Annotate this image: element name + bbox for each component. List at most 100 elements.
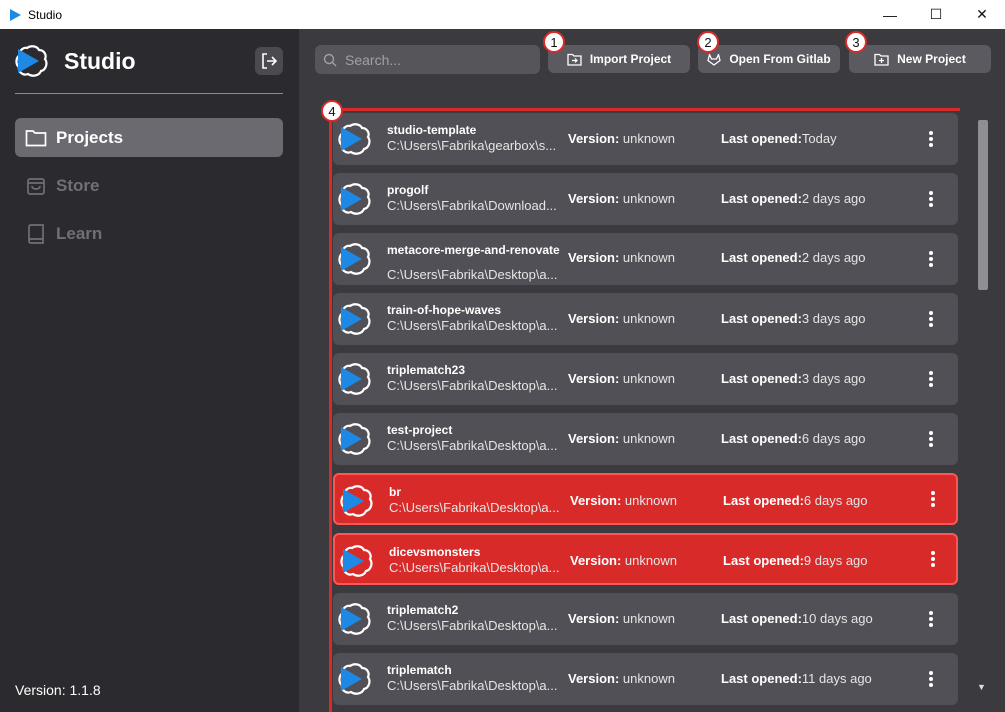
last-opened-label: Last opened: bbox=[723, 493, 804, 508]
search-icon bbox=[323, 53, 337, 66]
project-row[interactable]: train-of-hope-waves C:\Users\Fabrika\Desk… bbox=[333, 293, 958, 345]
project-path: C:\Users\Fabrika\Desktop\a... bbox=[387, 678, 558, 693]
project-logo-icon bbox=[340, 545, 374, 577]
sidebar-item-store[interactable]: Store bbox=[15, 166, 283, 205]
project-row[interactable]: triplematch23 C:\Users\Fabrika\Desktop\a.… bbox=[333, 353, 958, 405]
project-last-opened: Last opened:6 days ago bbox=[723, 493, 868, 508]
last-opened-label: Last opened: bbox=[721, 371, 802, 386]
project-logo-icon bbox=[338, 243, 372, 275]
sidebar-divider bbox=[15, 93, 283, 94]
project-row[interactable]: br C:\Users\Fabrika\Desktop\a... Version: … bbox=[333, 473, 958, 525]
sidebar-item-label: Store bbox=[56, 175, 100, 195]
project-name: metacore-merge-and-renovate bbox=[387, 243, 560, 257]
project-path: C:\Users\Fabrika\Desktop\a... bbox=[387, 438, 558, 453]
project-path: C:\Users\Fabrika\gearbox\s... bbox=[387, 138, 557, 153]
scrollbar-thumb[interactable] bbox=[978, 120, 988, 290]
project-version: Version: unknown bbox=[568, 371, 675, 386]
app-logo-icon bbox=[10, 8, 21, 21]
project-version: Version: unknown bbox=[568, 431, 675, 446]
more-options-icon[interactable] bbox=[919, 247, 943, 271]
project-name: triplematch2 bbox=[387, 603, 459, 617]
import-project-label: Import Project bbox=[589, 52, 672, 66]
scroll-down-arrow[interactable]: ▼ bbox=[977, 682, 986, 692]
project-last-opened: Last opened:Today bbox=[721, 131, 837, 146]
project-last-opened: Last opened:3 days ago bbox=[721, 311, 866, 326]
project-row[interactable]: triplematch C:\Users\Fabrika\Desktop\a...… bbox=[333, 653, 958, 705]
version-label: Version: bbox=[568, 371, 620, 386]
close-button[interactable]: ✕ bbox=[959, 0, 1005, 29]
project-name: triplematch bbox=[387, 663, 452, 677]
more-options-icon[interactable] bbox=[919, 367, 943, 391]
version-value: unknown bbox=[622, 191, 675, 206]
version-value: unknown bbox=[622, 311, 675, 326]
version-value: unknown bbox=[622, 131, 675, 146]
more-options-icon[interactable] bbox=[919, 187, 943, 211]
search-input[interactable] bbox=[345, 51, 525, 68]
project-path: C:\Users\Fabrika\Desktop\a... bbox=[389, 560, 560, 575]
last-opened-value: 11 days ago bbox=[801, 671, 872, 686]
sidebar: Studio Projects Store Learn Version: 1.1… bbox=[0, 29, 299, 712]
sidebar-item-projects[interactable]: Projects bbox=[15, 118, 283, 157]
window-titlebar: Studio — ☐ ✕ bbox=[0, 0, 1005, 29]
more-options-icon[interactable] bbox=[921, 547, 945, 571]
version-value: unknown bbox=[622, 611, 675, 626]
maximize-button[interactable]: ☐ bbox=[913, 0, 959, 29]
project-name: studio-template bbox=[387, 123, 477, 137]
last-opened-label: Last opened: bbox=[721, 311, 802, 326]
last-opened-value: Today bbox=[801, 131, 837, 146]
version-label: Version: bbox=[568, 671, 620, 686]
project-version: Version: unknown bbox=[568, 671, 675, 686]
callout-marker-2: 2 bbox=[697, 31, 719, 53]
project-name: dicevsmonsters bbox=[389, 545, 481, 559]
more-options-icon[interactable] bbox=[919, 127, 943, 151]
project-version: Version: unknown bbox=[568, 131, 675, 146]
open-from-gitlab-button[interactable]: Open From Gitlab bbox=[698, 45, 840, 73]
more-options-icon[interactable] bbox=[921, 487, 945, 511]
last-opened-label: Last opened: bbox=[721, 431, 802, 446]
version-label: Version: bbox=[568, 311, 620, 326]
project-name: progolf bbox=[387, 183, 429, 197]
last-opened-label: Last opened: bbox=[721, 611, 802, 626]
last-opened-value: 3 days ago bbox=[801, 371, 866, 386]
more-options-icon[interactable] bbox=[919, 607, 943, 631]
project-name: br bbox=[389, 485, 401, 499]
project-version: Version: unknown bbox=[568, 250, 675, 265]
version-label: Version: bbox=[568, 611, 620, 626]
last-opened-value: 2 days ago bbox=[801, 191, 866, 206]
more-options-icon[interactable] bbox=[919, 427, 943, 451]
project-path: C:\Users\Fabrika\Download... bbox=[387, 198, 557, 213]
last-opened-label: Last opened: bbox=[721, 250, 802, 265]
minimize-button[interactable]: — bbox=[867, 0, 913, 29]
project-logo-icon bbox=[338, 183, 372, 215]
last-opened-value: 6 days ago bbox=[801, 431, 866, 446]
project-row[interactable]: dicevsmonsters C:\Users\Fabrika\Desktop\a… bbox=[333, 533, 958, 585]
version-value: unknown bbox=[622, 250, 675, 265]
project-row[interactable]: progolf C:\Users\Fabrika\Download... Versi… bbox=[333, 173, 958, 225]
project-path: C:\Users\Fabrika\Desktop\a... bbox=[387, 267, 558, 282]
project-row[interactable]: triplematch2 C:\Users\Fabrika\Desktop\a..… bbox=[333, 593, 958, 645]
search-box[interactable] bbox=[315, 45, 540, 74]
version-value: unknown bbox=[622, 371, 675, 386]
list-highlight-frame-left bbox=[329, 108, 332, 712]
more-options-icon[interactable] bbox=[919, 307, 943, 331]
book-icon bbox=[25, 223, 47, 245]
project-row[interactable]: studio-template C:\Users\Fabrika\gearbox\… bbox=[333, 113, 958, 165]
logout-button[interactable] bbox=[255, 47, 283, 75]
project-row[interactable]: metacore-merge-and-renovate C:\Users\Fabr… bbox=[333, 233, 958, 285]
project-path: C:\Users\Fabrika\Desktop\a... bbox=[387, 318, 558, 333]
project-logo-icon bbox=[338, 603, 372, 635]
project-last-opened: Last opened:6 days ago bbox=[721, 431, 866, 446]
project-logo-icon bbox=[338, 123, 372, 155]
last-opened-value: 9 days ago bbox=[803, 553, 868, 568]
sidebar-item-label: Learn bbox=[56, 223, 103, 243]
new-project-button[interactable]: New Project bbox=[849, 45, 991, 73]
sidebar-item-label: Projects bbox=[56, 127, 124, 147]
project-last-opened: Last opened:2 days ago bbox=[721, 191, 866, 206]
project-version: Version: unknown bbox=[568, 311, 675, 326]
import-project-button[interactable]: Import Project bbox=[548, 45, 690, 73]
folder-import-icon bbox=[567, 53, 582, 66]
version-label: Version: bbox=[570, 553, 622, 568]
sidebar-item-learn[interactable]: Learn bbox=[15, 214, 283, 253]
project-row[interactable]: test-project C:\Users\Fabrika\Desktop\a..… bbox=[333, 413, 958, 465]
more-options-icon[interactable] bbox=[919, 667, 943, 691]
